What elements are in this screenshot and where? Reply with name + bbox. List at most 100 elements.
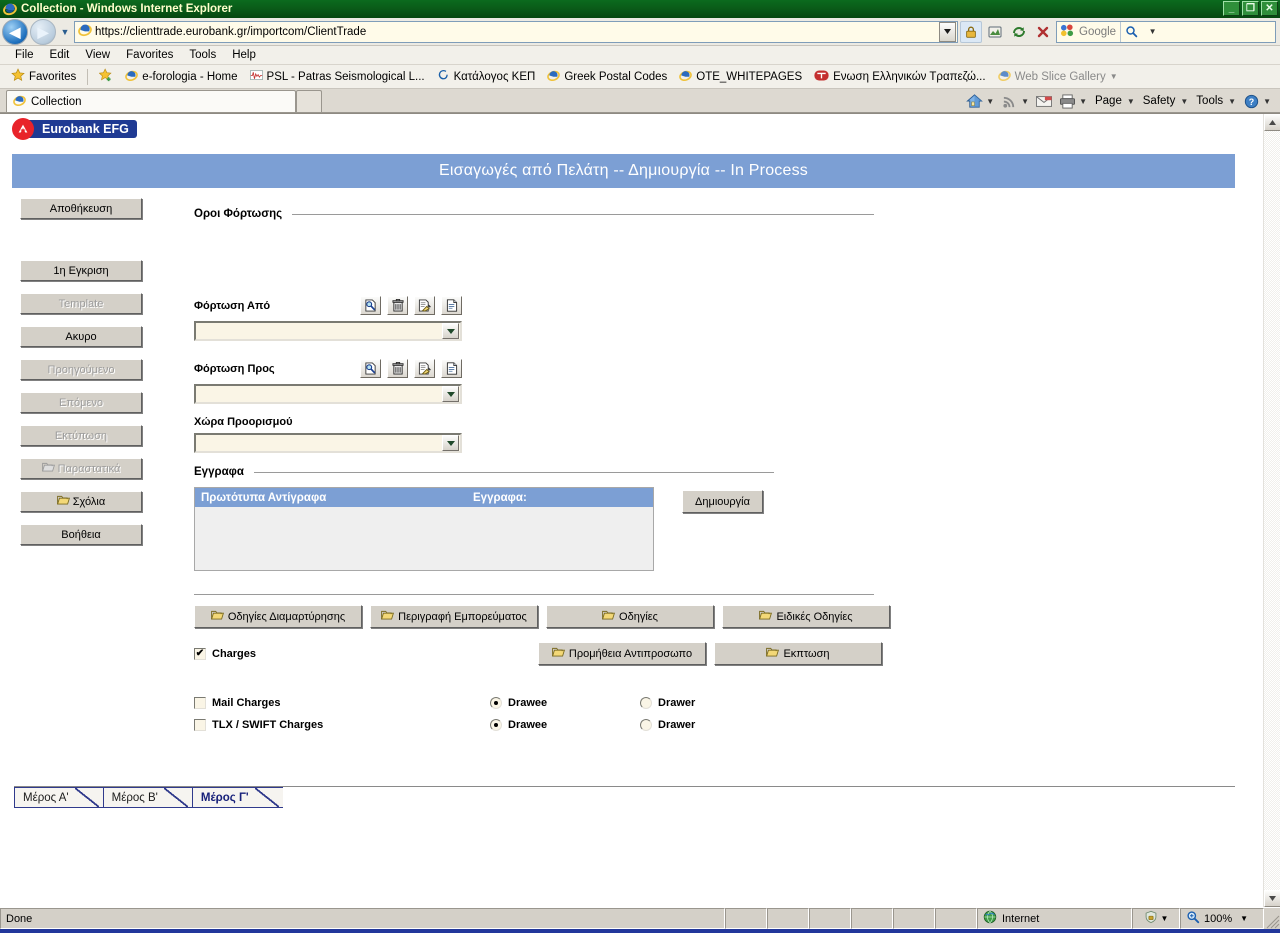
safety-menu-caret[interactable]: ▼ [1180,97,1191,106]
chevron-down-icon[interactable] [442,386,459,402]
zoom-control[interactable]: 100% ▼ [1180,908,1264,929]
swift-charges-drawer-radio[interactable]: Drawer [640,719,695,731]
create-button[interactable]: Δημιουργία [682,490,763,513]
sidebar-item-cancel[interactable]: Ακυρο [20,326,142,347]
sidebar-item-save[interactable]: Αποθήκευση [20,198,142,219]
destination-country-combobox[interactable] [194,433,462,453]
menu-tools[interactable]: Tools [182,47,223,63]
refresh-icon[interactable] [1008,21,1030,43]
search-input[interactable]: Google ▼ [1056,20,1276,43]
vertical-scrollbar[interactable] [1263,114,1280,907]
search-go-icon[interactable] [1120,21,1142,42]
swift-charges-checkbox[interactable]: TLX / SWIFT Charges [194,719,490,731]
feeds-caret[interactable]: ▼ [1021,97,1032,106]
scroll-up-button[interactable] [1264,114,1280,131]
document-icon[interactable] [441,359,462,378]
swift-charges-drawee-radio[interactable]: Drawee [490,719,640,731]
favorite-ote-whitepages[interactable]: OTE_WHITEPAGES [674,67,807,87]
page-tab-meros-a[interactable]: Μέρος Α' [14,787,103,808]
protest-instructions-button[interactable]: Οδηγίες Διαμαρτύρησης [194,605,362,628]
favorite-greek-postal-codes[interactable]: Greek Postal Codes [542,67,672,87]
radio-button[interactable] [490,719,502,731]
print-icon[interactable] [1056,90,1078,112]
recent-pages-button[interactable]: ▼ [58,27,72,37]
trash-icon[interactable] [387,359,408,378]
back-button[interactable]: ◀ [2,18,28,45]
chevron-down-icon[interactable] [442,323,459,339]
discount-button[interactable]: Εκπτωση [714,642,882,665]
mail-charges-drawee-radio[interactable]: Drawee [490,697,640,709]
radio-button[interactable] [640,697,652,709]
home-caret[interactable]: ▼ [986,97,997,106]
search-icon[interactable] [360,359,381,378]
scroll-down-button[interactable] [1264,890,1280,907]
menu-file[interactable]: File [8,47,41,63]
sidebar-item-help[interactable]: Βοήθεια [20,524,142,545]
page-tab-meros-g[interactable]: Μέρος Γ' [191,787,283,808]
agent-commission-button[interactable]: Προμήθεια Αντιπροσωπο [538,642,706,665]
help-caret[interactable]: ▼ [1263,97,1274,106]
new-tab-button[interactable] [296,90,322,112]
address-dropdown-button[interactable] [939,21,956,42]
print-caret[interactable]: ▼ [1079,97,1090,106]
protected-mode-indicator[interactable]: ▼ [1132,908,1180,929]
forward-button[interactable]: ▶ [30,18,56,45]
favorite-web-slice-gallery[interactable]: Web Slice Gallery ▼ [993,67,1123,87]
favorites-button[interactable]: Favorites [6,66,81,87]
chevron-down-icon[interactable] [442,435,459,451]
page-menu-caret[interactable]: ▼ [1127,97,1138,106]
sidebar-item-first-approval[interactable]: 1η Εγκριση [20,260,142,281]
stop-icon[interactable] [1032,21,1054,43]
add-to-favorites-bar-icon[interactable] [94,66,118,87]
menu-favorites[interactable]: Favorites [119,47,180,63]
mail-charges-checkbox[interactable]: Mail Charges [194,697,490,709]
favorite-enosi-ellinikon-trapezon[interactable]: Ενωση Ελληνικών Τραπεζώ... [809,67,990,87]
sidebar-item-comments[interactable]: Σχόλια [20,491,142,512]
charges-checkbox[interactable]: ✔ Charges [194,647,538,660]
menu-help[interactable]: Help [225,47,263,63]
tools-menu-caret[interactable]: ▼ [1228,97,1239,106]
mail-charges-drawer-radio[interactable]: Drawer [640,697,695,709]
checkbox-box[interactable] [194,697,206,709]
tools-menu[interactable]: Tools [1192,93,1227,109]
favorite-katalogos-kep[interactable]: Κατάλογος ΚΕΠ [432,67,541,87]
checkbox-box[interactable]: ✔ [194,647,206,660]
zoom-caret[interactable]: ▼ [1240,914,1248,923]
loading-to-combobox[interactable] [194,384,462,404]
safety-menu[interactable]: Safety [1139,93,1180,109]
menu-edit[interactable]: Edit [43,47,77,63]
documents-grid-body[interactable] [195,507,653,570]
security-zone[interactable]: Internet [977,908,1132,929]
radio-button[interactable] [640,719,652,731]
search-icon[interactable] [360,296,381,315]
loading-from-combobox[interactable] [194,321,462,341]
home-icon[interactable] [963,90,985,112]
goods-description-button[interactable]: Περιγραφή Εμπορεύματος [370,605,538,628]
address-input[interactable]: https://clienttrade.eurobank.gr/importco… [74,20,958,43]
favorite-psl[interactable]: PSL - Patras Seismological L... [245,67,430,87]
page-menu[interactable]: Page [1091,93,1126,109]
tab-collection[interactable]: Collection [6,90,296,112]
trash-icon[interactable] [387,296,408,315]
favorite-e-forologia[interactable]: e-forologia - Home [120,67,242,87]
resize-grip[interactable] [1264,908,1280,929]
edit-document-icon[interactable] [414,296,435,315]
close-button[interactable]: ✕ [1261,1,1278,16]
chevron-down-icon[interactable]: ▼ [1110,72,1118,81]
search-options-caret[interactable]: ▼ [1146,22,1159,42]
menu-view[interactable]: View [78,47,117,63]
security-lock-icon[interactable] [960,20,982,43]
restore-button[interactable]: ❐ [1242,1,1259,16]
documents-grid[interactable]: Πρωτότυπα Αντίγραφα Εγγραφα: [194,487,654,571]
page-tab-meros-b[interactable]: Μέρος Β' [102,787,192,808]
minimize-button[interactable]: _ [1223,1,1240,16]
instructions-button[interactable]: Οδηγίες [546,605,714,628]
feeds-icon[interactable] [998,90,1020,112]
compatibility-view-icon[interactable] [984,21,1006,43]
mail-icon[interactable] [1033,90,1055,112]
radio-button[interactable] [490,697,502,709]
special-instructions-button[interactable]: Ειδικές Οδηγίες [722,605,890,628]
help-icon[interactable]: ? [1240,90,1262,112]
document-icon[interactable] [441,296,462,315]
edit-document-icon[interactable] [414,359,435,378]
